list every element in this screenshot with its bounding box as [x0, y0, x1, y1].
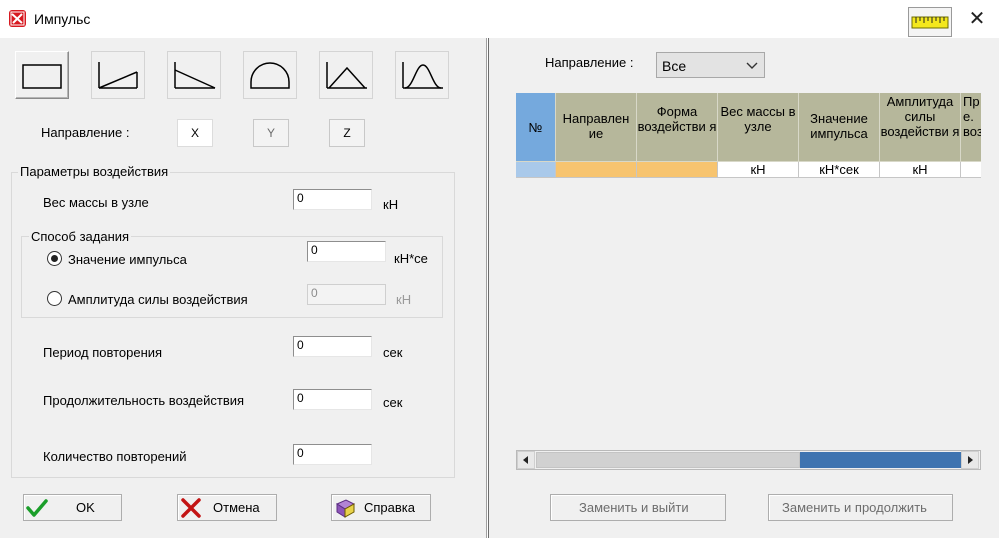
replace-and-continue-label: Заменить и продолжить: [782, 500, 927, 515]
rectangle-pulse-icon: [22, 64, 62, 89]
scroll-right-button[interactable]: [961, 451, 979, 469]
period-input[interactable]: 0: [293, 336, 372, 357]
impulse-unit: кН*се: [394, 251, 428, 266]
impulse-input[interactable]: 0: [307, 241, 386, 262]
rising-ramp-icon: [98, 62, 138, 89]
table-header-direction[interactable]: Направлен ие: [556, 93, 637, 162]
ok-label: OK: [76, 500, 95, 515]
table-unit-amplitude: кН: [880, 162, 961, 178]
table-header-mass-text: Вес массы в узле: [720, 104, 796, 134]
scroll-track[interactable]: [800, 452, 961, 468]
filter-direction-label: Направление :: [545, 55, 634, 70]
direction-label: Направление :: [41, 125, 130, 140]
bell-shape-button[interactable]: [395, 51, 449, 99]
duration-unit: сек: [383, 395, 403, 410]
table-header-shape-text: Форма воздействи я: [637, 104, 717, 134]
replace-and-continue-button[interactable]: Заменить и продолжить: [768, 494, 953, 521]
impulse-radio[interactable]: [47, 251, 62, 266]
duration-label: Продолжительность воздействия: [43, 393, 245, 408]
rising-ramp-shape-button[interactable]: [91, 51, 145, 99]
mass-input[interactable]: 0: [293, 189, 372, 210]
triangle-pulse-icon: [326, 62, 367, 89]
count-label: Количество повторений: [43, 449, 187, 464]
close-button[interactable]: ✕: [962, 6, 992, 32]
axis-y-button[interactable]: Y: [253, 119, 289, 147]
rectangle-shape-button[interactable]: [15, 51, 69, 99]
table-horizontal-scrollbar[interactable]: [516, 450, 981, 470]
app-logo-icon: [9, 10, 26, 27]
table-unit-direction: [556, 162, 637, 178]
direction-filter-value: Все: [662, 58, 687, 74]
table-header-impulse-text: Значение импульса: [810, 111, 868, 141]
checkmark-icon: [26, 499, 48, 517]
axis-z-button[interactable]: Z: [329, 119, 365, 147]
table-header-mass[interactable]: Вес массы в узле: [718, 93, 799, 162]
table-header-period[interactable]: Пр е. воз: [961, 93, 981, 162]
scroll-thumb[interactable]: [536, 452, 800, 468]
chevron-down-icon: [746, 62, 758, 69]
dialog-client: Направление : X Y Z Параметры воздействи…: [0, 38, 999, 538]
table-unit-corner: [516, 162, 556, 178]
arrow-right-icon: [968, 456, 973, 464]
table-header-number[interactable]: №: [516, 93, 556, 162]
axis-x-button[interactable]: X: [177, 119, 213, 147]
table-header-impulse[interactable]: Значение импульса: [799, 93, 880, 162]
help-book-icon: [335, 499, 356, 518]
ruler-button[interactable]: [908, 7, 952, 37]
panel-splitter[interactable]: [486, 38, 489, 538]
amplitude-label: Амплитуда силы воздействия: [68, 292, 248, 307]
close-icon: ✕: [968, 8, 986, 30]
amplitude-unit: кН: [396, 292, 412, 307]
window-title: Импульс: [34, 11, 91, 27]
impulse-label: Значение импульса: [68, 252, 187, 267]
direction-filter-select[interactable]: Все: [656, 52, 765, 78]
count-input[interactable]: 0: [293, 444, 372, 465]
mass-unit: кН: [383, 197, 399, 212]
arrow-left-icon: [523, 456, 528, 464]
help-label: Справка: [364, 500, 415, 515]
replace-and-exit-button[interactable]: Заменить и выйти: [550, 494, 726, 521]
table-unit-shape: [637, 162, 718, 178]
bell-pulse-icon: [402, 62, 443, 89]
impulse-table: № Направлен ие Форма воздействи я Вес ма…: [516, 93, 981, 179]
table-unit-mass: кН: [718, 162, 799, 178]
duration-input[interactable]: 0: [293, 389, 372, 410]
amplitude-radio[interactable]: [47, 291, 62, 306]
table-unit-impulse: кН*сек: [799, 162, 880, 178]
table-header-period-text: Пр е. воз: [963, 94, 981, 139]
params-group-title: Параметры воздействия: [18, 164, 171, 179]
half-sine-icon: [250, 62, 290, 89]
period-unit: сек: [383, 345, 403, 360]
help-button[interactable]: Справка: [331, 494, 431, 521]
table-header-direction-text: Направлен ие: [562, 111, 630, 141]
red-x-icon: [181, 498, 201, 518]
table-header-shape[interactable]: Форма воздействи я: [637, 93, 718, 162]
amplitude-input[interactable]: 0: [307, 284, 386, 305]
table-header-amplitude[interactable]: Амплитуда силы воздействи я: [880, 93, 961, 162]
replace-and-exit-label: Заменить и выйти: [579, 500, 689, 515]
table-header-amplitude-text: Амплитуда силы воздействи я: [880, 94, 960, 139]
falling-ramp-shape-button[interactable]: [167, 51, 221, 99]
triangle-shape-button[interactable]: [319, 51, 373, 99]
period-label: Период повторения: [43, 345, 163, 360]
title-bar: Импульс ✕: [0, 0, 999, 38]
method-group-title: Способ задания: [29, 229, 132, 244]
half-sine-shape-button[interactable]: [243, 51, 297, 99]
scroll-left-button[interactable]: [517, 451, 535, 469]
ok-button[interactable]: OK: [23, 494, 122, 521]
cancel-label: Отмена: [213, 500, 260, 515]
ruler-icon: [911, 16, 949, 29]
radio-dot: [51, 255, 58, 262]
falling-ramp-icon: [174, 62, 216, 89]
mass-label: Вес массы в узле: [43, 195, 149, 210]
table-unit-period: [961, 162, 981, 178]
params-group: [11, 172, 455, 478]
cancel-button[interactable]: Отмена: [177, 494, 277, 521]
